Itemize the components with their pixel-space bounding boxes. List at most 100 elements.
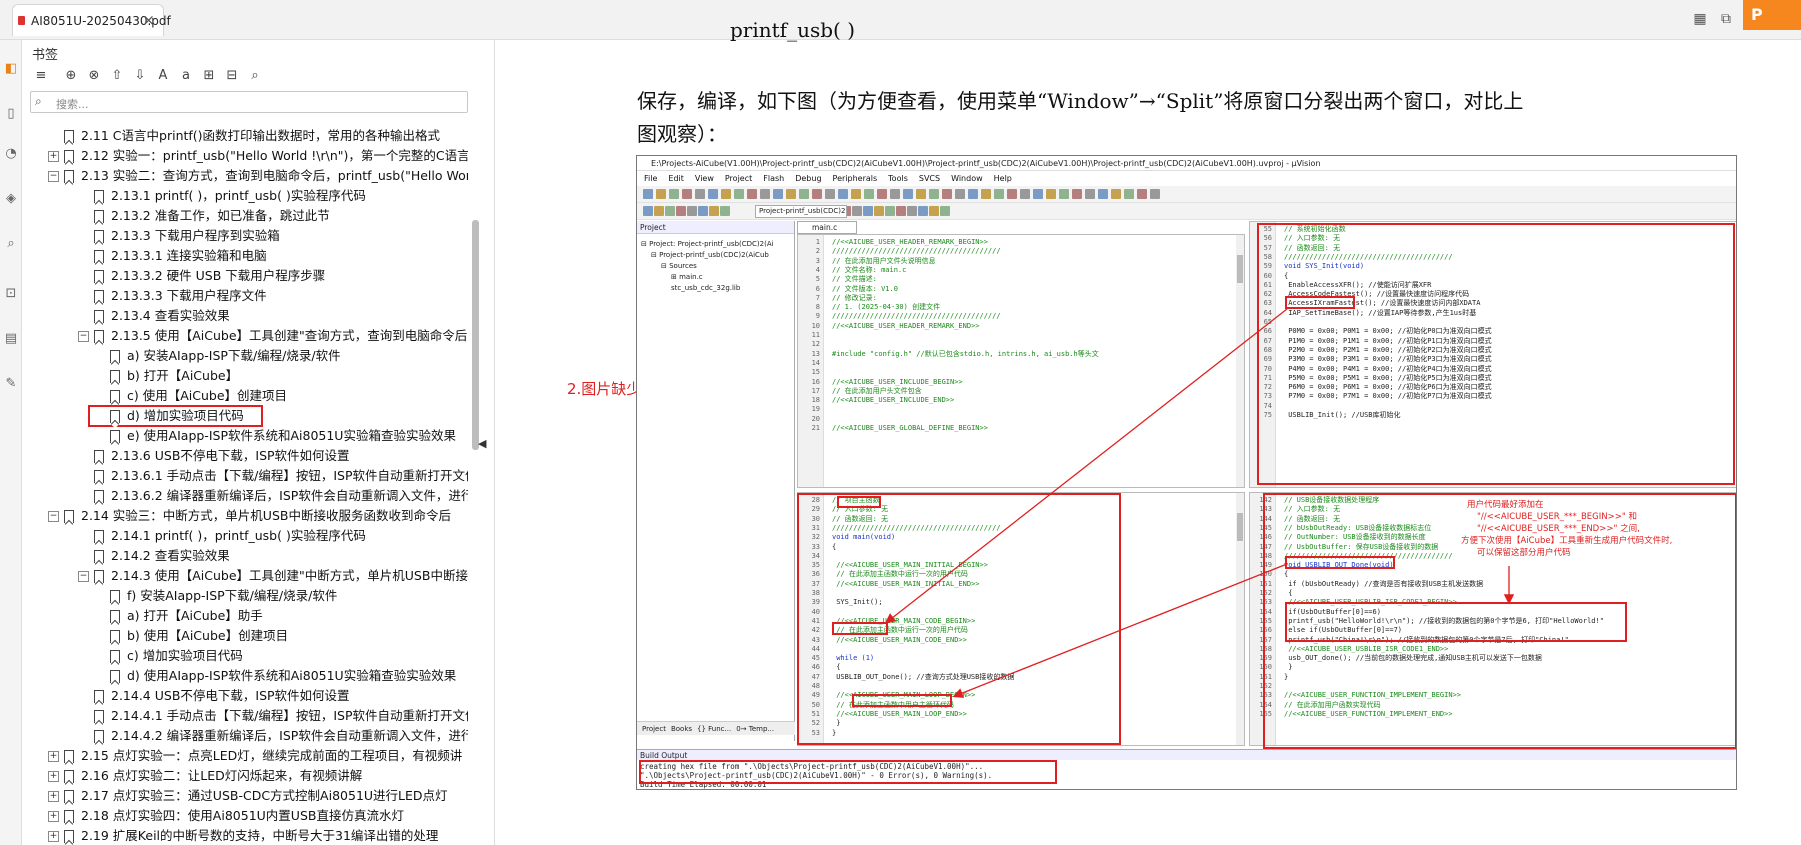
bookmark-item[interactable]: 2.13.3.2 硬件 USB 下载用户程序步骤: [78, 266, 325, 286]
collapse-all-icon[interactable]: ⊟: [223, 67, 241, 85]
expand-icon[interactable]: +: [48, 751, 59, 762]
bookmark-item[interactable]: e) 使用AIapp-ISP软件系统和Ai8051U实验箱查验实验效果: [94, 426, 456, 446]
bookmark-search-field[interactable]: ⌕ 搜索...: [30, 91, 468, 113]
bookmark-item[interactable]: +2.15 点灯实验一：点亮LED灯，继续完成前面的工程项目，有视频讲: [48, 746, 462, 766]
collapse-icon[interactable]: −: [78, 571, 89, 582]
annotation-arrows: [884, 308, 1515, 698]
bookmark-icon: [110, 630, 120, 643]
bookmark-scrollbar[interactable]: [472, 220, 479, 450]
bookmark-tree: 2.11 C语言中printf()函数打印输出数据时，常用的各种输出格式 +2.1…: [22, 126, 468, 845]
bookmark-label: c) 增加实验项目代码: [127, 648, 243, 663]
bookmark-item[interactable]: +2.16 点灯实验二：让LED灯闪烁起来，有视频讲解: [48, 766, 362, 786]
bookmark-icon: [110, 650, 120, 663]
tab-bar: AI8051U-20250430.pdf × ▦ ⧉ ▭ P: [0, 0, 1801, 40]
arrow-sysinit: [884, 308, 1288, 624]
bookmark-item[interactable]: 2.13.3.1 连接实验箱和电脑: [78, 246, 267, 266]
bookmark-item[interactable]: +2.12 实验一：printf_usb("Hello World !\r\n"…: [48, 146, 468, 166]
bookmark-item[interactable]: c) 增加实验项目代码: [94, 646, 243, 666]
find-bookmark-icon[interactable]: ⌕: [246, 67, 264, 85]
font-smaller-icon[interactable]: a: [177, 67, 195, 85]
bookmark-item[interactable]: a) 安装AIapp-ISP下载/编程/烧录/软件: [94, 346, 341, 366]
bookmark-item[interactable]: 2.13.2 准备工作，如已准备，跳过此节: [78, 206, 330, 226]
bookmark-menu-icon[interactable]: ≡: [32, 67, 50, 85]
bookmark-label: 2.11 C语言中printf()函数打印输出数据时，常用的各种输出格式: [81, 128, 441, 143]
bookmark-item[interactable]: 2.13.6 USB不停电下载，ISP软件如何设置: [78, 446, 350, 466]
delete-bookmark-icon[interactable]: ⊗: [85, 67, 103, 85]
bookmark-panel-icon[interactable]: ◧: [2, 60, 20, 78]
stats-icon[interactable]: ▤: [2, 330, 20, 348]
bookmark-item[interactable]: +2.17 点灯实验三：通过USB-CDC方式控制Ai8051U进行LED点灯: [48, 786, 448, 806]
window-icon[interactable]: ⧉: [1717, 10, 1735, 28]
bookmark-up-icon[interactable]: ⇧: [108, 67, 126, 85]
bookmark-item[interactable]: − 2.13.5 使用【AiCube】工具创建"查询方式，查询到电脑命令后,: [78, 326, 468, 346]
bookmark-item[interactable]: b) 打开【AiCube】: [94, 366, 238, 386]
bookmark-icon: [64, 150, 74, 163]
bookmark-item[interactable]: 2.13.6.2 编译器重新编译后，ISP软件会自动重新调入文件，进行: [78, 486, 468, 506]
bookmark-label: 2.13.6.1 手动点击【下载/编程】按钮，ISP软件自动重新打开文件: [111, 468, 468, 483]
bookmark-item[interactable]: +2.19 扩展Keil的中断号数的支持，中断号大于31编译出错的处理: [48, 826, 438, 845]
bookmark-icon: [94, 490, 104, 503]
expand-all-icon[interactable]: ⊞: [200, 67, 218, 85]
lock-icon[interactable]: ⊡: [2, 285, 20, 303]
bookmark-item[interactable]: +2.18 点灯实验四：使用Ai8051U内置USB直接仿真流水灯: [48, 806, 404, 826]
bookmark-item[interactable]: b) 使用【AiCube】创建项目: [94, 626, 288, 646]
expand-icon[interactable]: +: [48, 831, 59, 842]
bookmark-label: 2.14.2 查看实验效果: [111, 548, 230, 563]
bookmark-item[interactable]: 2.13.4 查看实验效果: [78, 306, 230, 326]
bookmark-item[interactable]: 2.14.4 USB不停电下载，ISP软件如何设置: [78, 686, 350, 706]
bookmark-icon: [94, 570, 104, 583]
comment-icon[interactable]: ◔: [2, 145, 20, 163]
bookmark-item[interactable]: 2.14.2 查看实验效果: [78, 546, 230, 566]
bookmark-icon: [94, 250, 104, 263]
bookmark-icon: [64, 750, 74, 763]
bookmark-item[interactable]: 2.13.6.1 手动点击【下载/编程】按钮，ISP软件自动重新打开文件: [78, 466, 468, 486]
bookmark-item[interactable]: 2.14.1 printf( )，printf_usb( )实验程序代码: [78, 526, 366, 546]
layers-icon[interactable]: ◈: [2, 190, 20, 208]
bookmark-icon: [110, 410, 120, 423]
collapse-icon[interactable]: −: [48, 511, 59, 522]
bookmark-item[interactable]: 2.11 C语言中printf()函数打印输出数据时，常用的各种输出格式: [48, 126, 440, 146]
document-tab[interactable]: AI8051U-20250430.pdf ×: [12, 4, 171, 36]
bookmark-item[interactable]: − 2.14.3 使用【AiCube】工具创建"中断方式，单片机USB中断接收: [78, 566, 468, 586]
expand-icon[interactable]: +: [48, 151, 59, 162]
expand-icon[interactable]: +: [48, 771, 59, 782]
grid-view-icon[interactable]: ▦: [1691, 10, 1709, 28]
bookmark-item[interactable]: a) 打开【AiCube】助手: [94, 606, 263, 626]
bookmark-down-icon[interactable]: ⇩: [131, 67, 149, 85]
bookmark-item[interactable]: d) 使用AIapp-ISP软件系统和Ai8051U实验箱查验实验效果: [94, 666, 456, 686]
bookmark-item[interactable]: − 2.13 实验二：查询方式，查询到电脑命令后，printf_usb("Hell…: [48, 166, 468, 186]
collapse-icon[interactable]: −: [78, 331, 89, 342]
bookmark-label: a) 安装AIapp-ISP下载/编程/烧录/软件: [127, 348, 341, 363]
bookmark-item[interactable]: 2.13.3.3 下载用户程序文件: [78, 286, 267, 306]
bookmark-icon: [94, 310, 104, 323]
expand-icon[interactable]: +: [48, 791, 59, 802]
collapse-icon[interactable]: −: [48, 171, 59, 182]
document-paragraph-line1: 保存，编译，如下图（为方便查看，使用菜单“Window”→“Split”将原窗口…: [637, 89, 1524, 113]
bookmark-icon: [64, 770, 74, 783]
bookmark-label: 2.15 点灯实验一：点亮LED灯，继续完成前面的工程项目，有视频讲: [81, 748, 463, 763]
close-tab-icon[interactable]: ×: [142, 11, 155, 29]
bookmark-item[interactable]: d) 增加实验项目代码: [88, 405, 263, 427]
bookmark-item[interactable]: − 2.14 实验三：中断方式，单片机USB中断接收服务函数收到命令后: [48, 506, 451, 526]
bookmark-item[interactable]: f) 安装AIapp-ISP下载/编程/烧录/软件: [94, 586, 337, 606]
pages-icon[interactable]: ▯: [2, 105, 20, 123]
tools-icon[interactable]: ✎: [2, 375, 20, 393]
bookmark-label: 2.13.3.3 下载用户程序文件: [111, 288, 267, 303]
bookmark-label: c) 使用【AiCube】创建项目: [127, 388, 288, 403]
collapse-panel-icon[interactable]: ◀: [478, 437, 486, 450]
bookmark-item[interactable]: 2.14.4.1 手动点击【下载/编程】按钮，ISP软件自动重新打开文件: [78, 706, 468, 726]
bookmark-label: 2.17 点灯实验三：通过USB-CDC方式控制Ai8051U进行LED点灯: [81, 788, 448, 803]
brand-badge[interactable]: P: [1743, 0, 1801, 30]
bookmark-item[interactable]: c) 使用【AiCube】创建项目: [94, 386, 287, 406]
bookmark-label: 2.13.2 准备工作，如已准备，跳过此节: [111, 208, 330, 223]
document-partial-line: printf_usb( ): [730, 18, 855, 42]
add-bookmark-icon[interactable]: ⊕: [62, 67, 80, 85]
bookmark-icon: [64, 790, 74, 803]
bookmark-item[interactable]: 2.14.4.2 编译器重新编译后，ISP软件会自动重新调入文件，进行: [78, 726, 468, 746]
attachment-icon[interactable]: ⌕: [2, 235, 20, 253]
bookmark-label: 2.13.5 使用【AiCube】工具创建"查询方式，查询到电脑命令后,: [111, 328, 468, 343]
bookmark-item[interactable]: 2.13.1 printf( )，printf_usb( )实验程序代码: [78, 186, 366, 206]
expand-icon[interactable]: +: [48, 811, 59, 822]
font-larger-icon[interactable]: A: [154, 67, 172, 85]
bookmark-item[interactable]: 2.13.3 下载用户程序到实验箱: [78, 226, 280, 246]
